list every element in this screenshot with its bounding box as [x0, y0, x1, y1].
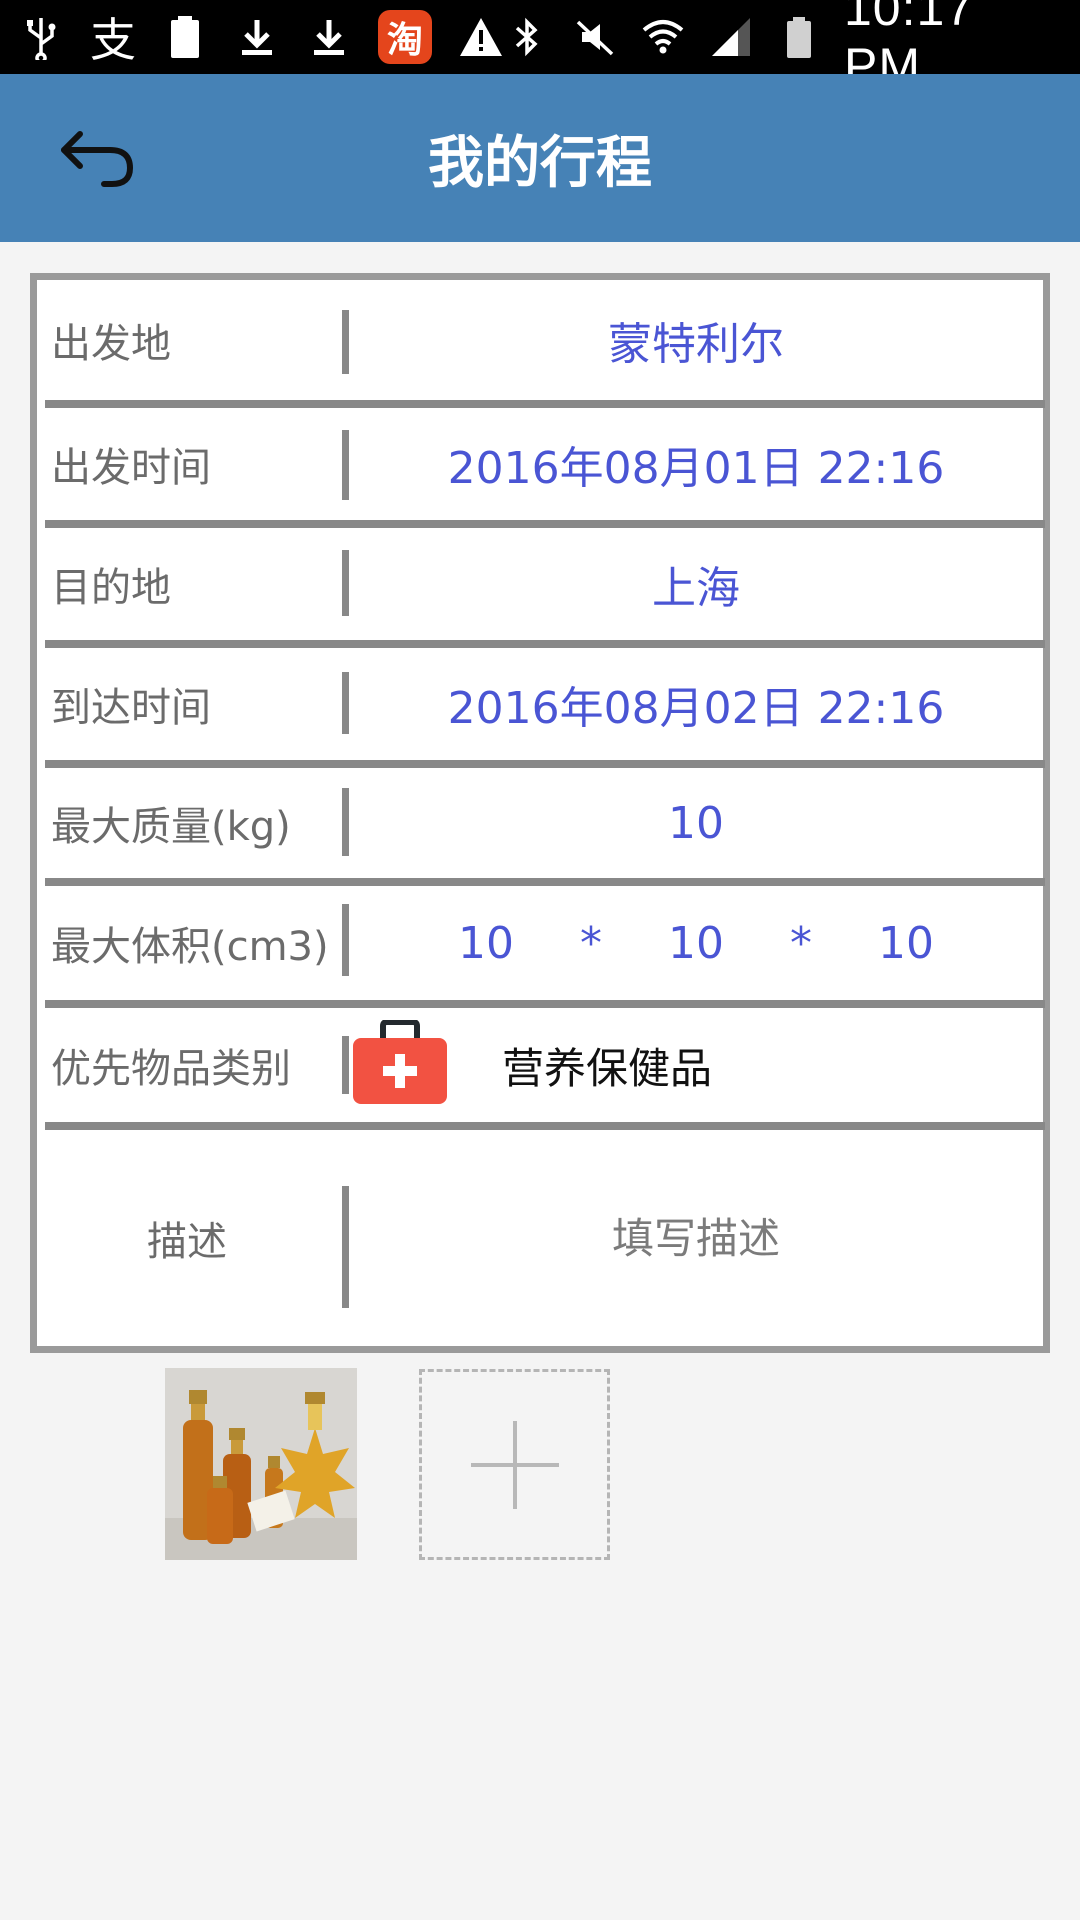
bluetooth-icon: [504, 12, 550, 62]
trip-form: 出发地 蒙特利尔 出发时间 2016年08月01日 22:16 目的地 上海 到…: [30, 273, 1050, 1353]
back-button[interactable]: [52, 118, 142, 198]
medical-kit-icon: [353, 1020, 447, 1104]
volume-width[interactable]: 10: [641, 918, 751, 969]
destination-label: 目的地: [51, 565, 171, 611]
max-volume-value: 10 * 10 * 10: [349, 918, 1043, 969]
arrival-time-label: 到达时间: [51, 685, 211, 731]
category-label: 优先物品类别: [51, 1046, 291, 1092]
app-bar: 我的行程: [0, 74, 1080, 242]
max-weight-row[interactable]: 最大质量(kg) 10: [37, 768, 1043, 878]
destination-value[interactable]: 上海: [349, 552, 1043, 616]
description-label: 描述: [147, 1219, 227, 1265]
page-title: 我的行程: [428, 130, 652, 196]
divider: [45, 400, 1045, 408]
max-volume-row[interactable]: 最大体积(cm3) 10 * 10 * 10: [37, 886, 1043, 1000]
plus-icon: [470, 1420, 559, 1509]
volume-separator: *: [790, 917, 812, 969]
category-row[interactable]: 优先物品类别 营养保健品: [37, 1008, 1043, 1122]
usb-icon: [18, 12, 64, 62]
divider: [342, 672, 349, 734]
departure-time-value[interactable]: 2016年08月01日 22:16: [349, 432, 1043, 496]
departure-label: 出发地: [51, 321, 171, 367]
category-value: 营养保健品: [502, 1043, 713, 1093]
photo-thumbnail[interactable]: [165, 1368, 357, 1560]
destination-row[interactable]: 目的地 上海: [37, 528, 1043, 640]
max-volume-label: 最大体积(cm3): [51, 924, 329, 970]
divider: [342, 904, 349, 976]
departure-row[interactable]: 出发地 蒙特利尔: [37, 280, 1043, 400]
max-weight-label: 最大质量(kg): [51, 804, 291, 850]
back-arrow-icon: [61, 131, 134, 187]
maple-syrup-bottles-image: [165, 1368, 357, 1560]
description-row: 描述: [37, 1130, 1043, 1346]
divider: [45, 1122, 1045, 1130]
divider: [342, 1036, 349, 1094]
divider: [45, 878, 1045, 886]
alipay-icon: 支: [90, 13, 136, 67]
divider: [342, 310, 349, 374]
arrival-time-value[interactable]: 2016年08月02日 22:16: [349, 672, 1043, 736]
taobao-icon: 淘: [378, 10, 432, 64]
battery-icon: [776, 12, 822, 62]
add-photo-button[interactable]: [419, 1369, 610, 1560]
download-icon: [306, 12, 352, 62]
departure-time-row[interactable]: 出发时间 2016年08月01日 22:16: [37, 408, 1043, 520]
divider: [45, 520, 1045, 528]
volume-length[interactable]: 10: [431, 918, 541, 969]
description-input[interactable]: [349, 1213, 1043, 1263]
download-icon: [234, 12, 280, 62]
departure-time-label: 出发时间: [51, 445, 211, 491]
mute-icon: [572, 12, 618, 62]
departure-value[interactable]: 蒙特利尔: [349, 308, 1043, 372]
arrival-time-row[interactable]: 到达时间 2016年08月02日 22:16: [37, 648, 1043, 760]
max-weight-value[interactable]: 10: [349, 798, 1043, 849]
divider: [342, 430, 349, 500]
divider: [45, 760, 1045, 768]
wifi-icon: [640, 12, 686, 62]
divider: [342, 550, 349, 616]
battery-100-icon: [162, 12, 208, 62]
volume-separator: *: [580, 917, 602, 969]
signal-icon: [708, 12, 754, 62]
warning-icon: [458, 12, 504, 62]
volume-height[interactable]: 10: [851, 918, 961, 969]
divider: [342, 1186, 349, 1308]
divider: [45, 1000, 1045, 1008]
divider: [342, 788, 349, 856]
status-bar: 支 淘 10:17 PM: [0, 0, 1080, 94]
divider: [45, 640, 1045, 648]
